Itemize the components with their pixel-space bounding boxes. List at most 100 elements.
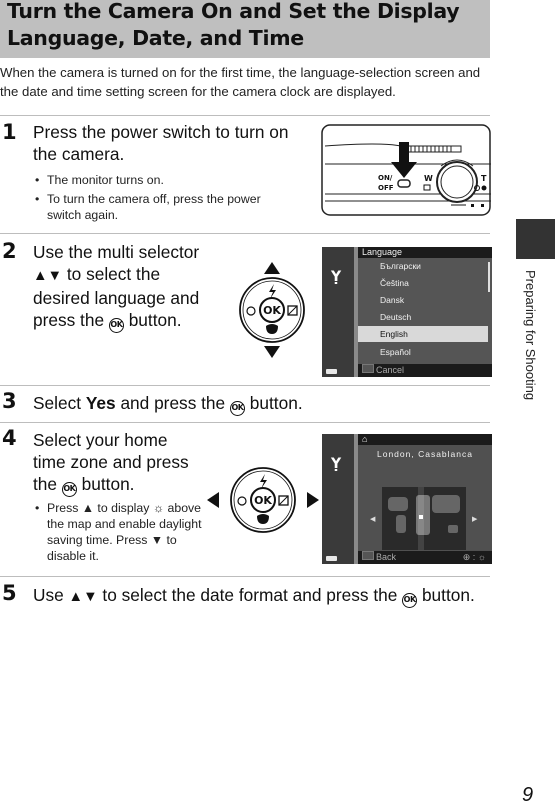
bullet: Press ▲ to display ☼ above the map and e… [33, 500, 208, 564]
divider [0, 115, 490, 116]
ok-label: OK [263, 304, 281, 317]
up-down-arrows-icon: ▲▼ [68, 589, 98, 605]
step-number: 4 [2, 426, 17, 450]
step-2-line4-text-a: press the [33, 310, 109, 330]
down-arrow-icon [264, 346, 280, 358]
step-3-text: Select Yes and press the OK button. [33, 392, 483, 416]
home-icon: ⌂ [362, 434, 368, 444]
time-zone-screen-footer: Back ⊕ : ☼ [358, 551, 492, 564]
page-title-line2: Language, Date, and Time [7, 26, 304, 50]
lcd-sidebar [322, 434, 354, 564]
language-item[interactable]: Español [380, 344, 411, 360]
power-label-off: OFF [378, 184, 394, 192]
language-item[interactable]: Čeština [380, 275, 409, 291]
ok-button-icon: OK [229, 401, 245, 416]
step-4-line2: time zone and press [33, 452, 189, 472]
step-5-text-b: to select the date format and press the [97, 585, 403, 605]
step-1-bullets: The monitor turns on. To turn the camera… [33, 172, 288, 226]
step-1-line1: Press the power switch to turn on [33, 122, 289, 142]
time-zone-screen-title: ⌂ [358, 434, 492, 445]
step-4-line3-a: the [33, 474, 62, 494]
section-label: Preparing for Shooting [520, 270, 540, 410]
ok-label: OK [254, 494, 272, 507]
ok-button-icon: OK [402, 593, 418, 608]
page-title-line1: Turn the Camera On and Set the Display [7, 0, 460, 23]
cancel-label: Cancel [376, 365, 405, 375]
ok-button-icon: OK [108, 318, 124, 333]
up-arrow-icon [264, 262, 280, 274]
step-5-text-a: Use [33, 585, 69, 605]
dst-toggle-hint: ⊕ : ☼ [463, 551, 486, 564]
step-5-text: Use ▲▼ to select the date format and pre… [33, 584, 503, 608]
bullet-text-a: Press ▲ to display [47, 501, 153, 515]
language-screen-footer: Cancel [358, 364, 492, 377]
intro-paragraph: When the camera is turned on for the fir… [0, 65, 481, 99]
page-title: Turn the Camera On and Set the Display L… [7, 0, 460, 52]
step-3-text-a: Select [33, 393, 86, 413]
wrench-icon: Ỵ [331, 456, 342, 472]
divider [0, 233, 490, 234]
step-4-line1: Select your home [33, 430, 168, 450]
dst-icon: ☼ [152, 501, 165, 515]
back-label: Back [376, 552, 397, 562]
step-5-text-c: button. [417, 585, 475, 605]
step-2-line2-text: to select the [62, 264, 161, 284]
camera-top-illustration: ON/ OFF W T [321, 124, 491, 216]
step-4-line3-b: button. [76, 474, 135, 494]
step-1-text: Press the power switch to turn on the ca… [33, 121, 313, 165]
battery-icon [326, 369, 337, 374]
language-screen-title: Language [358, 247, 492, 258]
menu-button-icon [362, 551, 374, 560]
lcd-sidebar [322, 247, 354, 377]
step-4-line3: the OK button. [33, 473, 218, 497]
step-number: 2 [2, 239, 17, 263]
step-number: 3 [2, 389, 17, 413]
world-map[interactable] [382, 487, 466, 550]
step-2-line2: ▲▼ to select the [33, 263, 218, 287]
up-down-arrows-icon: ▲▼ [33, 268, 63, 284]
bullet: The monitor turns on. [33, 172, 288, 188]
step-2-line1: Use the multi selector [33, 242, 200, 262]
section-thumb-tab [516, 219, 555, 259]
language-list: Български Čeština Dansk Deutsch English … [358, 258, 492, 364]
step-3-text-b: and press the [115, 393, 230, 413]
step-number: 5 [2, 581, 17, 605]
step-number: 1 [2, 120, 17, 144]
left-arrow-icon[interactable]: ◀ [370, 515, 375, 523]
language-item[interactable]: Български [380, 258, 421, 274]
step-2-line3: desired language and [33, 288, 200, 308]
step-4-bullets: Press ▲ to display ☼ above the map and e… [33, 500, 208, 567]
left-arrow-icon [207, 492, 219, 508]
right-arrow-icon [307, 492, 319, 508]
section-label-text: Preparing for Shooting [523, 270, 538, 401]
step-2-line4-text-b: button. [123, 310, 182, 330]
yes-option-label: Yes [85, 393, 116, 413]
title-band: Turn the Camera On and Set the Display L… [0, 0, 490, 58]
bullet: To turn the camera off, press the power … [33, 191, 288, 223]
power-label-on: ON/ [378, 174, 393, 182]
divider [0, 422, 490, 423]
multi-selector-left-right: OK [205, 462, 321, 538]
multi-selector-hint: ⊕ : [462, 552, 478, 562]
divider [0, 385, 490, 386]
step-1-line2: the camera. [33, 144, 125, 164]
right-arrow-icon[interactable]: ▶ [472, 515, 477, 523]
time-zone-screen: Ỵ ⌂ London, Casablanca ◀ ▶ Back ⊕ : ☼ [322, 434, 492, 564]
language-item[interactable]: Deutsch [380, 309, 411, 325]
multi-selector-up-down: OK [232, 260, 312, 360]
language-item-selected[interactable]: English [358, 326, 488, 342]
battery-icon [326, 556, 337, 561]
scrollbar[interactable] [488, 262, 490, 292]
language-screen: Ỵ Language Български Čeština Dansk Deuts… [322, 247, 492, 377]
divider [0, 576, 490, 577]
zoom-wide-label: W [424, 174, 433, 183]
step-2-text: Use the multi selector ▲▼ to select the … [33, 241, 218, 333]
dst-icon: ☼ [477, 552, 486, 562]
time-zone-location: London, Casablanca [377, 449, 473, 459]
page-number: 9 [522, 784, 534, 806]
step-4-text: Select your home time zone and press the… [33, 429, 218, 497]
ok-button-icon: OK [61, 482, 77, 497]
zoom-tele-label: T [481, 174, 487, 183]
step-2-line4: press the OK button. [33, 309, 218, 333]
language-item[interactable]: Dansk [380, 292, 404, 308]
